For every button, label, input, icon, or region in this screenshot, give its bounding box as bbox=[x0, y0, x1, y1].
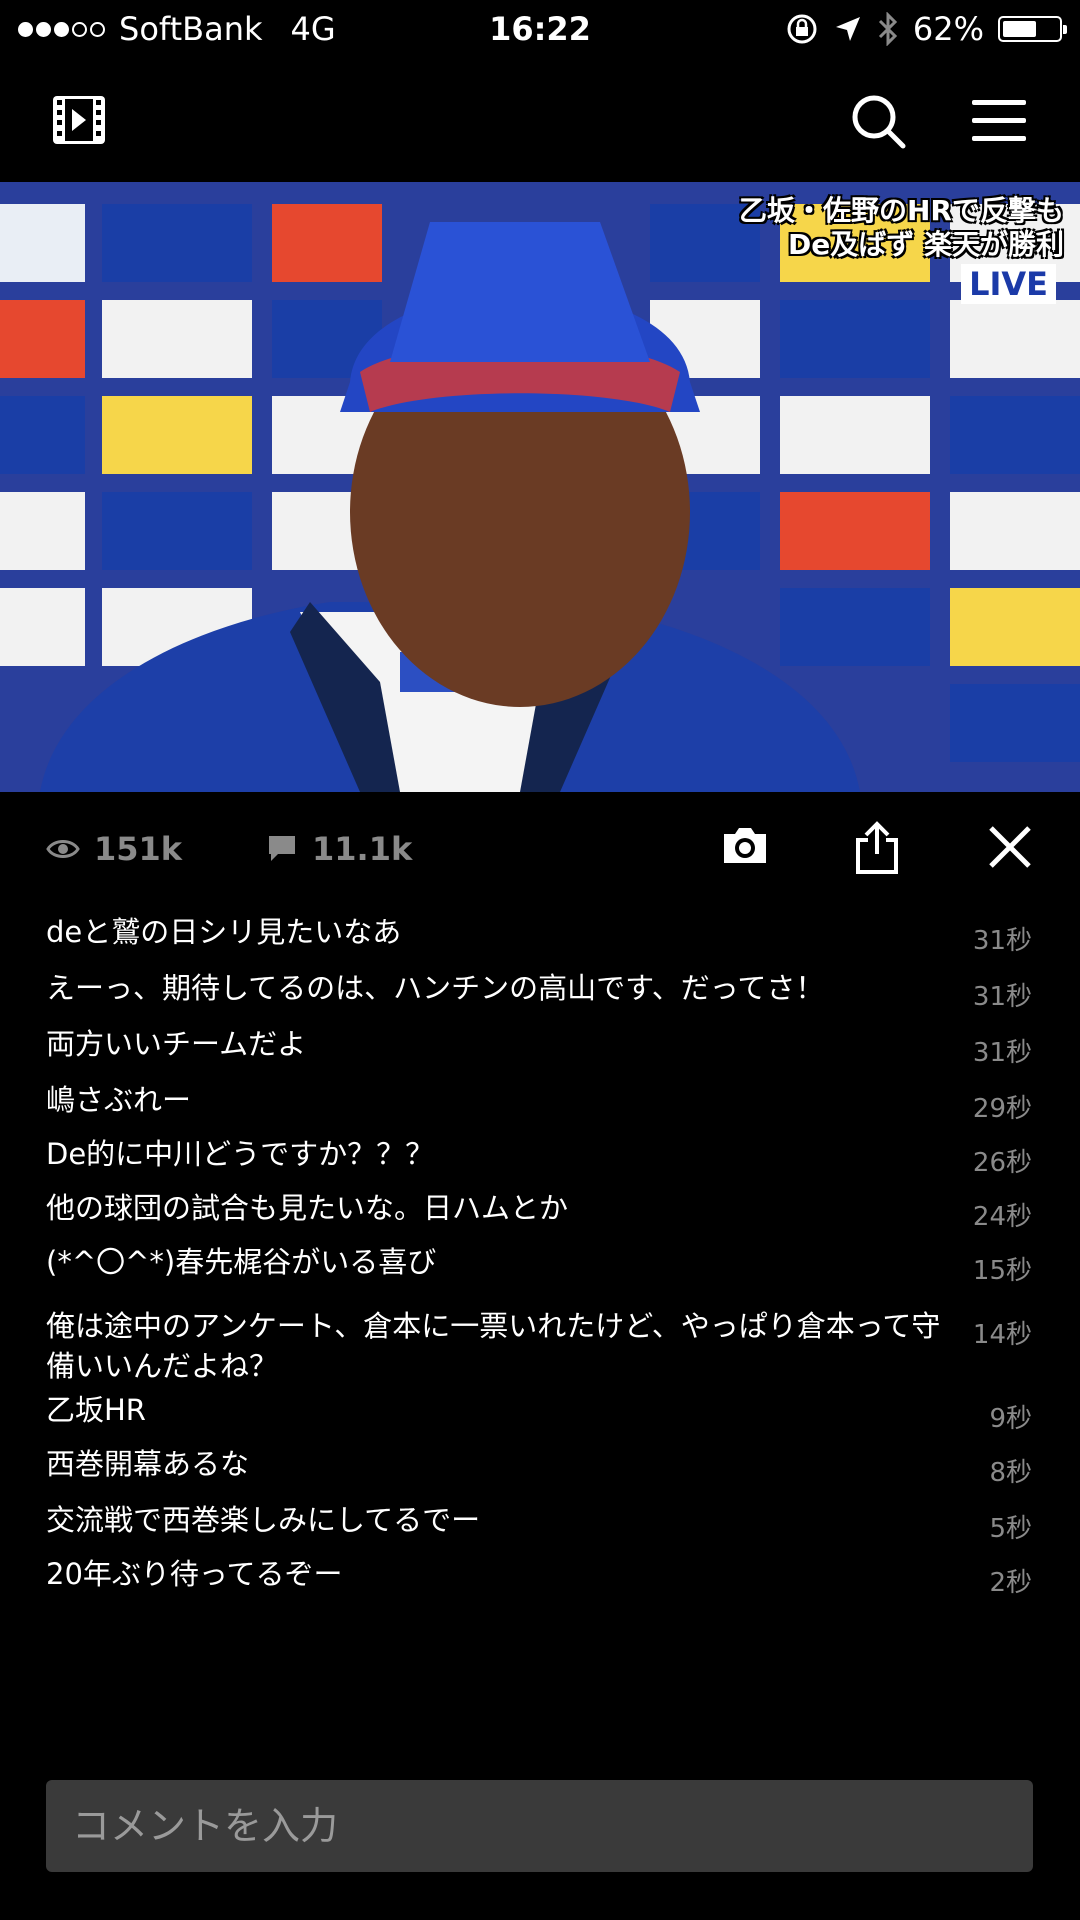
comment-text: 20年ぶり待ってるぞー bbox=[46, 1557, 343, 1591]
caption-line-1: 乙坂・佐野のHRで反撃も bbox=[739, 194, 1064, 227]
comment-time: 31秒 bbox=[972, 926, 1032, 956]
location-arrow-icon bbox=[835, 17, 860, 41]
comment-text: 交流戦で西巻楽しみにしてるでー bbox=[46, 1503, 481, 1537]
orientation-lock-icon bbox=[787, 14, 817, 44]
comment-text: 嶋さぶれー bbox=[46, 1083, 192, 1117]
search-icon[interactable] bbox=[850, 93, 906, 149]
comment-text: 俺は途中のアンケート、倉本に一票いれたけど、やっぱり倉本って守備いいんだよね？ bbox=[46, 1309, 941, 1383]
caption-line-2: De及ばず 楽天が勝利 bbox=[788, 228, 1064, 261]
comment-text: De的に中川どうですか？？？ bbox=[46, 1137, 435, 1171]
camera-icon[interactable] bbox=[720, 820, 770, 870]
comment-text: 西巻開幕あるな bbox=[46, 1447, 250, 1481]
comment-count-value: 11.1k bbox=[312, 830, 413, 868]
video-frame bbox=[0, 182, 1080, 792]
comment-time: 31秒 bbox=[972, 982, 1032, 1012]
comment-input-placeholder: コメントを入力 bbox=[72, 1804, 339, 1848]
comment-time: 8秒 bbox=[989, 1458, 1032, 1488]
stats-bar: 151k 11.1k bbox=[0, 792, 1080, 912]
comment-text: (*^〇^*)春先梶谷がいる喜び bbox=[46, 1245, 437, 1279]
live-badge: LIVE bbox=[961, 264, 1056, 304]
view-count-value: 151k bbox=[94, 830, 183, 868]
comment-text: deと鷲の日シリ見たいなあ bbox=[46, 915, 402, 949]
comment-time: 14秒 bbox=[972, 1320, 1032, 1350]
bluetooth-icon bbox=[878, 12, 897, 46]
video-player[interactable]: 乙坂・佐野のHRで反撃も De及ばず 楽天が勝利 LIVE bbox=[0, 182, 1080, 792]
comment-count: 11.1k bbox=[266, 830, 412, 868]
comment-time: 5秒 bbox=[989, 1514, 1032, 1544]
comment-text: えーっ、期待してるのは、ハンチンの高山です、だってさ！ bbox=[46, 971, 825, 1005]
comment-text: 他の球団の試合も見たいな。日ハムとか bbox=[46, 1191, 569, 1225]
comment-time: 15秒 bbox=[972, 1256, 1032, 1286]
close-icon[interactable] bbox=[987, 824, 1033, 870]
comment-bubble-icon bbox=[269, 836, 295, 861]
hamburger-menu-icon[interactable] bbox=[970, 98, 1028, 144]
comment-time: 31秒 bbox=[972, 1038, 1032, 1068]
film-icon[interactable] bbox=[52, 95, 106, 145]
share-icon[interactable] bbox=[852, 820, 902, 876]
app-header bbox=[0, 60, 1080, 182]
status-bar: SoftBank 4G 16:22 62% bbox=[0, 0, 1080, 60]
comment-time: 29秒 bbox=[972, 1094, 1032, 1124]
eye-icon bbox=[46, 840, 80, 858]
comment-time: 26秒 bbox=[972, 1148, 1032, 1178]
comment-time: 9秒 bbox=[989, 1404, 1032, 1434]
video-caption: 乙坂・佐野のHRで反撃も De及ばず 楽天が勝利 bbox=[739, 194, 1064, 262]
comment-input[interactable]: コメントを入力 bbox=[46, 1780, 1033, 1872]
status-right: 62% bbox=[785, 10, 1067, 48]
comment-time: 24秒 bbox=[972, 1202, 1032, 1232]
battery-icon bbox=[998, 16, 1067, 42]
comment-text: 乙坂HR bbox=[46, 1393, 146, 1427]
view-count: 151k bbox=[46, 830, 182, 868]
comment-text: 両方いいチームだよ bbox=[46, 1027, 307, 1061]
comment-time: 2秒 bbox=[989, 1568, 1032, 1598]
battery-percent: 62% bbox=[912, 10, 984, 48]
